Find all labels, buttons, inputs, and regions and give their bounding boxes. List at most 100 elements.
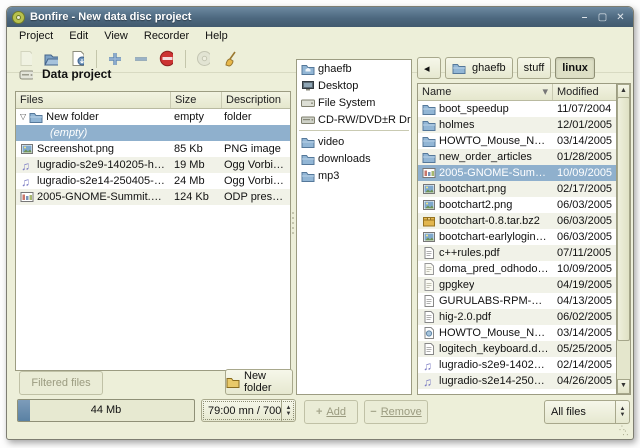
menu-view[interactable]: View xyxy=(96,29,136,43)
breadcrumb-label: stuff xyxy=(523,62,545,74)
browser-row[interactable]: bootchart-earlylogin.png 06/03/2005 xyxy=(418,229,617,245)
browser-row[interactable]: bootchart2.png 06/03/2005 xyxy=(418,197,617,213)
browser-row[interactable]: HOWTO_Mouse_Nav_Buttons_... 03/14/2005 xyxy=(418,133,617,149)
back-button[interactable]: ◂ xyxy=(417,57,441,79)
filtered-files-label: Filtered files xyxy=(31,377,91,389)
file-filter-combo[interactable]: All files ▲ ▼ xyxy=(544,400,630,424)
folder-icon xyxy=(301,169,315,182)
audio-icon: ♫ xyxy=(20,159,34,172)
pane-splitter[interactable] xyxy=(290,212,295,252)
browser-row[interactable]: gpgkey 04/19/2005 xyxy=(418,277,617,293)
broom-icon xyxy=(222,51,236,67)
places-list: ghaefb Desktop File System CD-RW/DVD±R Driv… xyxy=(296,59,412,395)
spinner-arrows-icon[interactable]: ▲ ▼ xyxy=(281,400,295,421)
menu-project[interactable]: Project xyxy=(11,29,61,43)
browser-row[interactable]: doma_pred_odhodom_v_LJ.txt 10/09/2005 xyxy=(418,261,617,277)
folder-icon xyxy=(301,135,315,148)
places-item-mp3[interactable]: mp3 xyxy=(297,167,411,184)
folder-icon xyxy=(422,135,436,148)
folder-icon xyxy=(422,103,436,116)
browser-row[interactable]: ♫ lugradio-s2e14-250405-high.ogg 04/26/200… xyxy=(418,373,617,389)
file-description: PNG image xyxy=(224,143,281,155)
breadcrumb-label: linux xyxy=(562,62,588,74)
minus-icon xyxy=(133,52,147,65)
places-item-file-system[interactable]: File System xyxy=(297,94,411,111)
browser-row[interactable]: bootchart-0.8.tar.bz2 06/03/2005 xyxy=(418,213,617,229)
expander-icon[interactable]: ▽ xyxy=(20,109,26,125)
minimize-button[interactable]: – xyxy=(577,11,592,24)
project-row[interactable]: ♫ lugradio-s2e9-140205-high.ogg 19 Mb Ogg V… xyxy=(16,157,290,173)
project-row[interactable]: 2005-GNOME-Summit.odp 124 Kb ODP presentat… xyxy=(16,189,290,205)
menu-help[interactable]: Help xyxy=(197,29,236,43)
remove-button[interactable]: − Remove xyxy=(364,400,428,424)
browser-row[interactable]: boot_speedup 11/07/2004 xyxy=(418,101,617,117)
file-name: New folder xyxy=(46,111,99,123)
browser-row[interactable]: HOWTO_Mouse_Nav_Buttons.... 03/14/2005 xyxy=(418,325,617,341)
burn-disc-button[interactable] xyxy=(191,47,217,70)
file-description: ODP presentation xyxy=(224,191,290,203)
svg-text:♫: ♫ xyxy=(423,375,432,387)
file-name: bootchart2.png xyxy=(439,199,513,211)
browser-row[interactable]: hig-2.0.pdf 06/02/2005 xyxy=(418,309,617,325)
toolbar-separator xyxy=(185,49,186,68)
project-row[interactable]: Screenshot.png 85 Kb PNG image xyxy=(16,141,290,157)
menu-recorder[interactable]: Recorder xyxy=(136,29,197,43)
browser-row[interactable]: holmes 12/01/2005 xyxy=(418,117,617,133)
scroll-down-icon[interactable]: ▼ xyxy=(617,379,630,394)
breadcrumb-ghaefb[interactable]: ghaefb xyxy=(445,57,513,79)
file-name: new_order_articles xyxy=(439,151,532,163)
browser-row[interactable]: 2005-GNOME-Summit-federico-... 10/09/2005 xyxy=(418,165,617,181)
column-header-description[interactable]: Description xyxy=(222,92,290,108)
browser-row[interactable]: logitech_keyboard.doc 05/25/2005 xyxy=(418,341,617,357)
resize-grip[interactable]: ∴ ∴ xyxy=(619,424,629,438)
places-item-ghaefb[interactable]: ghaefb xyxy=(297,60,411,77)
browser-row[interactable]: ♫ lugradio-s2e9-140205-high.ogg 02/14/2005 xyxy=(418,357,617,373)
column-header-name[interactable]: Name ▾ xyxy=(418,84,553,100)
project-row[interactable]: ♫ lugradio-s2e14-250405-high.ogg 24 Mb Ogg … xyxy=(16,173,290,189)
places-item-cd-rw-dvd-r-drive[interactable]: CD-RW/DVD±R Drive xyxy=(297,111,411,128)
audio-icon: ♫ xyxy=(422,375,436,388)
new-folder-button[interactable]: New folder xyxy=(225,369,293,395)
menu-edit[interactable]: Edit xyxy=(61,29,96,43)
clear-project-button[interactable] xyxy=(154,47,180,70)
places-item-downloads[interactable]: downloads xyxy=(297,150,411,167)
file-modified-date: 04/26/2005 xyxy=(557,375,613,387)
project-row[interactable]: (empty) xyxy=(16,125,290,141)
disc-icon xyxy=(196,51,210,66)
sort-descending-icon: ▾ xyxy=(542,86,548,98)
vertical-scrollbar[interactable]: ▲ ▼ xyxy=(616,84,630,394)
project-row[interactable]: ▽ New folder empty folder xyxy=(16,109,290,125)
image-icon xyxy=(20,143,34,156)
file-modified-date: 03/14/2005 xyxy=(557,327,613,339)
clean-button[interactable] xyxy=(217,47,243,70)
add-button[interactable]: + Add xyxy=(304,400,358,424)
titlebar[interactable]: Bonfire - New data disc project – ▢ ✕ xyxy=(7,7,633,27)
browser-row[interactable]: new_order_articles 01/28/2005 xyxy=(418,149,617,165)
file-modified-date: 02/17/2005 xyxy=(557,183,613,195)
browser-row[interactable]: GURULABS-RPM-GUIDE-v1.0... 04/13/2005 xyxy=(418,293,617,309)
column-header-files[interactable]: Files xyxy=(16,92,171,108)
browser-row[interactable]: c++rules.pdf 07/11/2005 xyxy=(418,245,617,261)
filter-spinner-icon[interactable]: ▲ ▼ xyxy=(615,401,629,423)
places-item-desktop[interactable]: Desktop xyxy=(297,77,411,94)
column-header-size[interactable]: Size xyxy=(171,92,222,108)
column-header-modified[interactable]: Modified xyxy=(553,84,617,100)
breadcrumb-linux[interactable]: linux xyxy=(555,57,595,79)
disc-capacity-combo[interactable]: 79:00 mn / 700 Mb ▲▼ xyxy=(201,399,296,422)
maximize-button[interactable]: ▢ xyxy=(595,11,610,24)
close-button[interactable]: ✕ xyxy=(613,11,628,24)
optical-drive-icon xyxy=(301,113,315,126)
browser-column-headers: Name ▾ Modified xyxy=(418,84,630,101)
file-name: lugradio-s2e9-140205-high.ogg xyxy=(37,159,166,171)
file-name: HOWTO_Mouse_Nav_Buttons.... xyxy=(439,327,549,339)
places-item-video[interactable]: video xyxy=(297,133,411,150)
file-name: 2005-GNOME-Summit.odp xyxy=(37,191,166,203)
filtered-files-button[interactable]: Filtered files xyxy=(19,371,103,395)
file-modified-date: 01/28/2005 xyxy=(557,151,613,163)
file-modified-date: 06/03/2005 xyxy=(557,231,613,243)
plus-icon xyxy=(107,52,121,65)
remove-files-button[interactable] xyxy=(128,47,154,70)
breadcrumb-stuff[interactable]: stuff xyxy=(516,57,552,79)
scrollbar-thumb[interactable] xyxy=(617,97,630,341)
browser-row[interactable]: bootchart.png 02/17/2005 xyxy=(418,181,617,197)
